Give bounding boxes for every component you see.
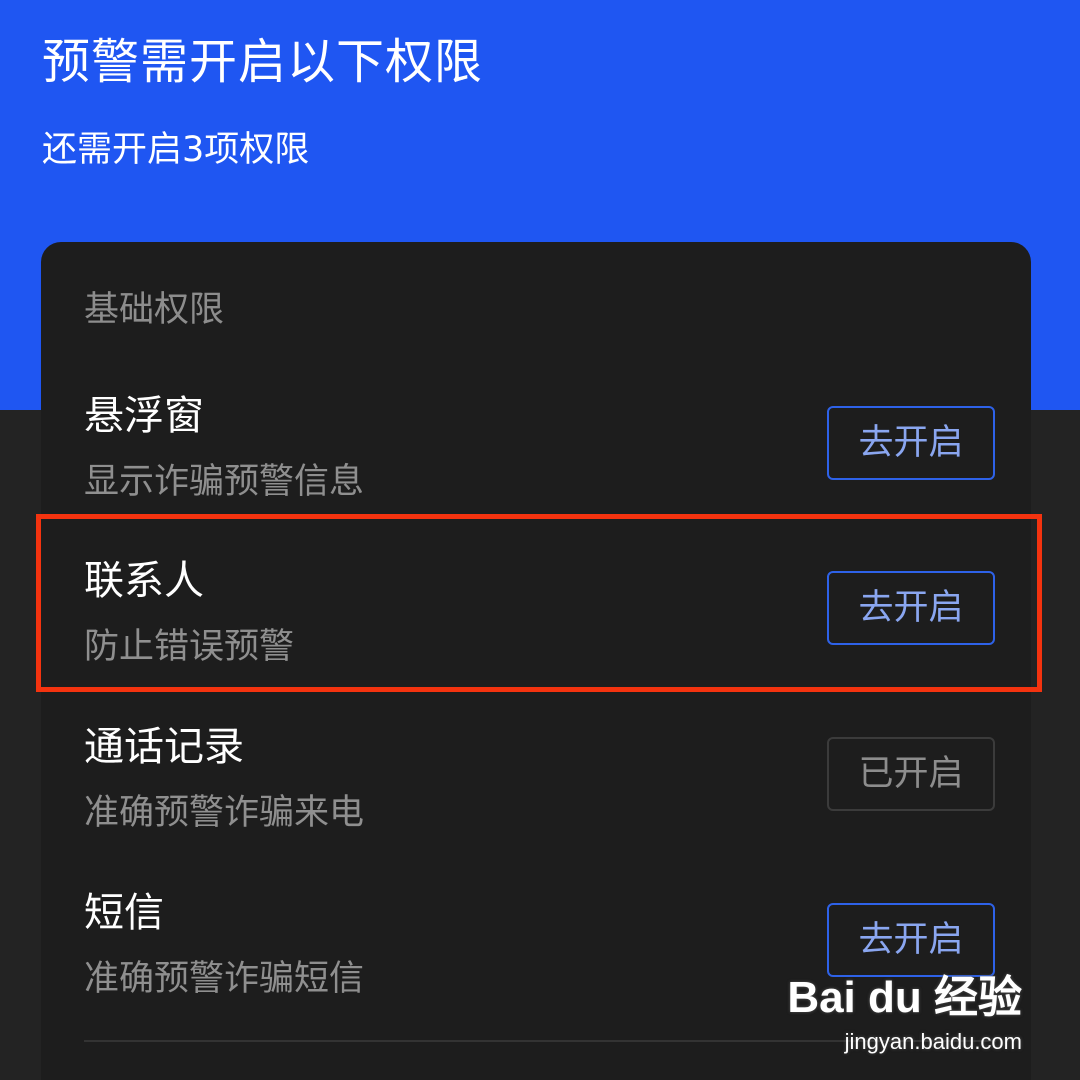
enable-button[interactable]: 去开启 — [827, 903, 995, 977]
section-label: 基础权限 — [84, 290, 225, 330]
permission-title: 短信 — [84, 890, 164, 936]
watermark: Bai du 经验 jingyan.baidu.com — [787, 970, 1022, 1060]
enable-button[interactable]: 去开启 — [827, 406, 995, 480]
permission-page: 预警需开启以下权限 还需开启3项权限 基础权限 悬浮窗 显示诈骗预警信息 去开启… — [0, 0, 1080, 1080]
page-subtitle: 还需开启3项权限 — [42, 130, 310, 170]
permission-description: 准确预警诈骗短信 — [84, 959, 365, 999]
permission-title: 通话记录 — [84, 724, 244, 770]
enabled-status-button[interactable]: 已开启 — [827, 737, 995, 811]
permission-description: 显示诈骗预警信息 — [84, 462, 365, 502]
highlight-box — [36, 514, 1042, 692]
baidu-jingyan-logo: Bai du 经验 — [787, 973, 1022, 1022]
watermark-url: jingyan.baidu.com — [844, 1029, 1022, 1054]
permission-description: 准确预警诈骗来电 — [84, 793, 365, 833]
permission-title: 悬浮窗 — [84, 393, 204, 439]
page-title: 预警需开启以下权限 — [42, 34, 484, 90]
permission-row-call-log: 通话记录 准确预警诈骗来电 已开启 — [41, 707, 1031, 873]
